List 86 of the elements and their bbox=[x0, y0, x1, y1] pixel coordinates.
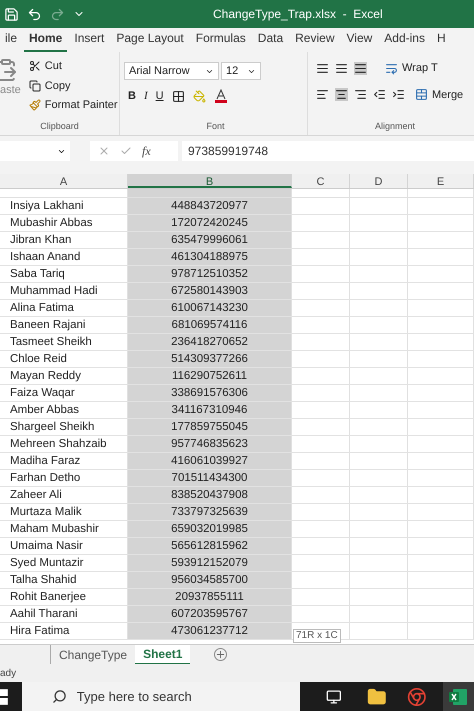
group-label: Font bbox=[205, 120, 226, 132]
align-bottom-icon[interactable] bbox=[354, 62, 367, 75]
wrap-text-button[interactable]: Wrap T bbox=[385, 60, 438, 76]
table-cell: 416061039927 bbox=[128, 453, 292, 469]
table-cell: 341167310946 bbox=[128, 402, 292, 418]
windows-icon[interactable] bbox=[0, 688, 10, 704]
column-header[interactable]: D bbox=[350, 174, 408, 188]
table-cell: 338691576306 bbox=[128, 385, 292, 401]
table-cell: 461304188975 bbox=[128, 249, 292, 265]
table-cell: 565612815962 bbox=[128, 538, 292, 554]
align-middle-icon[interactable] bbox=[335, 62, 348, 75]
align-left-icon[interactable] bbox=[316, 88, 329, 102]
formula-field[interactable]: 973859919748 bbox=[182, 141, 474, 161]
insert-function-button[interactable]: fx bbox=[142, 142, 151, 160]
table-cell: 448843720977 bbox=[128, 198, 292, 214]
align-center-icon[interactable] bbox=[335, 88, 348, 102]
group-label: Alignment bbox=[374, 120, 416, 133]
table-cell: 838520437908 bbox=[128, 487, 292, 503]
table-cell: 20937855111 bbox=[128, 589, 292, 605]
indent-icon[interactable] bbox=[392, 88, 405, 102]
search-field[interactable]: Type here to search bbox=[22, 682, 300, 711]
fill-color-icon[interactable] bbox=[192, 90, 206, 103]
table-cell: 701511434300 bbox=[128, 470, 292, 486]
file-explorer-icon[interactable] bbox=[367, 686, 388, 706]
table-cell: 607203595767 bbox=[128, 606, 292, 622]
table-cell: 172072420245 bbox=[128, 215, 292, 231]
window-title: ChangeType_Trap.xlsx - Excel bbox=[213, 6, 383, 23]
ribbon-tab[interactable]: Add-ins bbox=[379, 28, 430, 52]
excel-taskbar-button[interactable] bbox=[442, 682, 474, 711]
ribbon-tab[interactable]: Insert bbox=[69, 28, 110, 52]
merge-button[interactable]: Merge bbox=[415, 86, 464, 103]
save-icon[interactable] bbox=[4, 6, 19, 22]
ribbon-tab[interactable]: Review bbox=[290, 28, 340, 52]
table-cell: 610067143230 bbox=[128, 300, 292, 316]
browser-icon[interactable] bbox=[407, 686, 427, 706]
table-cell: 473061237712 bbox=[128, 623, 292, 639]
underline-button[interactable]: U bbox=[156, 88, 164, 104]
table-cell: 956034585700 bbox=[128, 572, 292, 588]
column-header[interactable]: E bbox=[408, 174, 474, 188]
table-cell: 672580143903 bbox=[128, 283, 292, 299]
table-cell: 733797325639 bbox=[128, 504, 292, 520]
copy-button[interactable]: Copy bbox=[28, 78, 118, 94]
table-cell: 635479996061 bbox=[128, 232, 292, 248]
table-cell: 514309377266 bbox=[128, 351, 292, 367]
table-cell: 957746835623 bbox=[128, 436, 292, 452]
table-cell: 116290752611 bbox=[128, 368, 292, 384]
align-right-icon[interactable] bbox=[354, 88, 367, 102]
scissors-icon bbox=[28, 60, 41, 72]
table-cell: 177859755045 bbox=[128, 419, 292, 435]
column-header[interactable]: B bbox=[128, 174, 292, 188]
ribbon-tab[interactable]: Data bbox=[252, 28, 288, 52]
table-cell: 681069574116 bbox=[128, 317, 292, 333]
column-header[interactable]: C bbox=[292, 174, 350, 188]
copy-icon bbox=[28, 80, 41, 92]
table-cell: 593912152079 bbox=[128, 555, 292, 571]
font-name-field[interactable]: Arial Narrow bbox=[124, 62, 219, 80]
ribbon-tab[interactable]: Formulas bbox=[190, 28, 251, 52]
merge-icon bbox=[415, 88, 428, 102]
font-color-icon[interactable] bbox=[214, 89, 228, 104]
align-top-icon[interactable] bbox=[316, 62, 329, 75]
table-cell: 978712510352 bbox=[128, 266, 292, 282]
borders-icon[interactable] bbox=[172, 90, 185, 103]
add-sheet-icon[interactable] bbox=[214, 648, 228, 661]
status-text: ady bbox=[0, 666, 16, 680]
undo-icon[interactable] bbox=[27, 6, 42, 22]
group-label: Clipboard bbox=[39, 120, 80, 133]
task-view-icon[interactable] bbox=[326, 688, 342, 704]
bold-button[interactable]: B bbox=[128, 88, 136, 104]
ribbon-tab[interactable]: Page Layout bbox=[111, 28, 189, 52]
clipboard-icon bbox=[0, 58, 18, 82]
outdent-icon[interactable] bbox=[373, 88, 386, 102]
table-cell: 236418270652 bbox=[128, 334, 292, 350]
sheet-tab[interactable]: Sheet1 bbox=[135, 644, 190, 664]
cut-button[interactable]: Cut bbox=[28, 58, 118, 74]
ribbon-tab[interactable]: H bbox=[432, 28, 451, 52]
format-painter-button[interactable]: Format Painter bbox=[28, 97, 118, 114]
font-size-field[interactable]: 12 bbox=[221, 62, 261, 80]
wrap-text-icon bbox=[385, 62, 398, 75]
ribbon-tab[interactable]: ile bbox=[0, 28, 22, 52]
paintbrush-icon bbox=[28, 99, 41, 112]
italic-button[interactable]: I bbox=[144, 88, 148, 104]
selection-tooltip: 71R x 1C bbox=[293, 629, 341, 643]
table-cell: 659032019985 bbox=[128, 521, 292, 537]
ribbon-tab[interactable]: View bbox=[342, 28, 378, 52]
excel-icon bbox=[449, 688, 468, 704]
search-icon bbox=[52, 689, 67, 704]
